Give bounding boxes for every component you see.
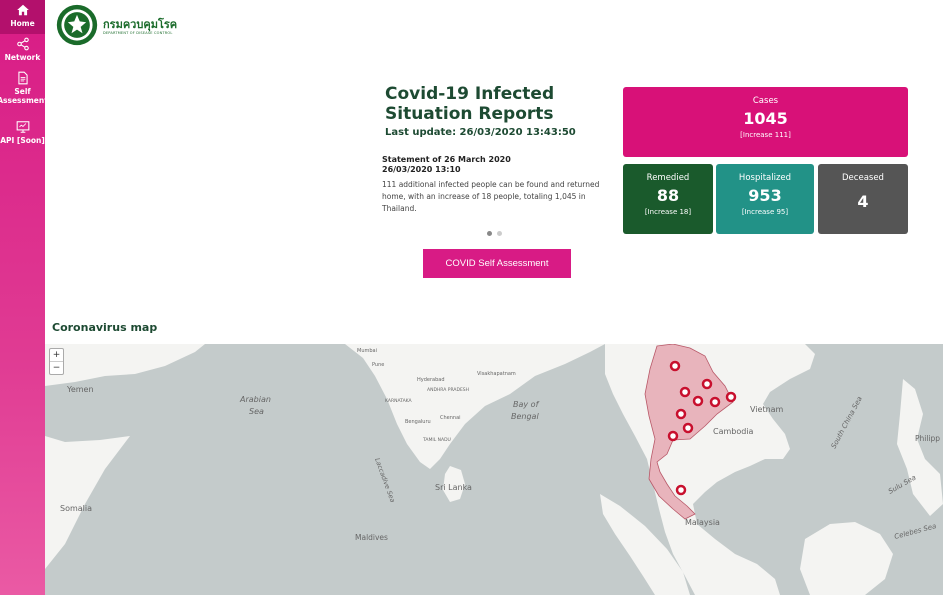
map-label-maldives: Maldives xyxy=(355,533,388,542)
logo-thai-text: กรมควบคุมโรค xyxy=(103,18,178,31)
sidebar-item-api[interactable]: API [Soon] xyxy=(0,117,45,147)
case-marker[interactable] xyxy=(675,484,687,496)
map-label-somalia: Somalia xyxy=(60,504,92,513)
remedied-increase: [Increase 18] xyxy=(644,208,692,216)
last-update: Last update: 26/03/2020 13:43:50 xyxy=(385,127,576,138)
zoom-in-button[interactable]: + xyxy=(50,349,63,362)
case-marker[interactable] xyxy=(679,386,691,398)
logo-text: กรมควบคุมโรค DEPARTMENT OF DISEASE CONTR… xyxy=(103,18,177,36)
map-label-tamil-nadu: TAMIL NADU xyxy=(422,437,451,443)
covid-self-assessment-button[interactable]: COVID Self Assessment xyxy=(423,249,571,278)
map-label-malaysia: Malaysia xyxy=(685,518,720,527)
deceased-label: Deceased xyxy=(842,173,884,183)
case-marker[interactable] xyxy=(682,422,694,434)
case-marker[interactable] xyxy=(667,430,679,442)
carousel-dots xyxy=(487,231,502,236)
statement-title: Statement of 26 March 2020 xyxy=(382,155,511,164)
carousel-dot-1[interactable] xyxy=(487,231,492,236)
map-title: Coronavirus map xyxy=(52,321,158,334)
map-label-sri-lanka: Sri Lanka xyxy=(435,483,472,492)
map-label-chennai: Chennai xyxy=(440,415,461,421)
share-icon xyxy=(16,37,29,51)
map-label-karnataka: KARNATAKA xyxy=(385,398,413,404)
deceased-value: 4 xyxy=(857,192,869,211)
map-label-mumbai: Mumbai xyxy=(357,348,377,354)
remedied-value: 88 xyxy=(656,186,680,205)
logo-english-text: DEPARTMENT OF DISEASE CONTROL xyxy=(103,31,173,35)
cases-value: 1045 xyxy=(743,109,788,128)
map-label-bengaluru: Bengaluru xyxy=(405,419,431,425)
map-label-philippines: Philipp xyxy=(915,434,940,443)
map-label-arabian-sea: Arabian xyxy=(239,395,271,404)
map-label-arabian-sea-2: Sea xyxy=(249,407,264,416)
map-label-bay-of-bengal: Bay of xyxy=(513,400,540,409)
map-label-hyderabad: Hyderabad xyxy=(417,377,445,383)
report-title: Covid-19 Infected Situation Reports xyxy=(385,84,555,124)
remedied-label: Remedied xyxy=(646,173,690,183)
sidebar: Home Network Self Assessment API [Soon] xyxy=(0,0,48,595)
hospitalized-value: 953 xyxy=(748,186,782,205)
cases-card: Cases 1045 [Increase 111] xyxy=(623,87,908,157)
map-label-cambodia: Cambodia xyxy=(713,427,754,436)
map-label-pune: Pune xyxy=(372,362,384,368)
sidebar-item-label: API [Soon] xyxy=(0,136,45,145)
statement-body: 111 additional infected people can be fo… xyxy=(382,180,600,213)
map-label-yemen: Yemen xyxy=(66,385,94,394)
sidebar-item-home[interactable]: Home xyxy=(0,0,45,34)
sidebar-item-label: Self Assessment xyxy=(0,87,48,105)
case-marker[interactable] xyxy=(692,395,704,407)
remedied-card: Remedied 88 [Increase 18] xyxy=(623,164,713,234)
hospitalized-increase: [Increase 95] xyxy=(741,208,789,216)
map-label-bay-of-bengal-2: Bengal xyxy=(511,412,539,421)
sidebar-item-label: Network xyxy=(4,53,41,62)
map-label-vietnam: Vietnam xyxy=(750,405,784,414)
ddc-logo[interactable]: กรมควบคุมโรค DEPARTMENT OF DISEASE CONTR… xyxy=(53,3,177,47)
cases-label: Cases xyxy=(752,96,779,106)
coronavirus-map[interactable]: Yemen Somalia Arabian Sea Bay of Bengal … xyxy=(45,344,943,595)
hospitalized-label: Hospitalized xyxy=(738,173,792,183)
case-marker[interactable] xyxy=(709,396,721,408)
sidebar-item-self-assessment[interactable]: Self Assessment xyxy=(0,68,48,117)
sidebar-item-network[interactable]: Network xyxy=(0,34,45,68)
map-label-visakhapatnam: Visakhapatnam xyxy=(477,371,516,377)
map-label-andhra-pradesh: ANDHRA PRADESH xyxy=(427,387,469,393)
case-marker[interactable] xyxy=(725,391,737,403)
ddc-seal-icon xyxy=(56,4,98,46)
statement-date: 26/03/2020 13:10 xyxy=(382,165,461,174)
cases-increase: [Increase 111] xyxy=(740,131,791,139)
case-marker[interactable] xyxy=(675,408,687,420)
statement-slide: Statement of 26 March 2020 26/03/2020 13… xyxy=(382,155,607,215)
deceased-card: Deceased 4 xyxy=(818,164,908,234)
hospitalized-card: Hospitalized 953 [Increase 95] xyxy=(716,164,814,234)
home-icon xyxy=(16,4,29,16)
map-canvas[interactable]: Yemen Somalia Arabian Sea Bay of Bengal … xyxy=(45,344,943,595)
monitor-icon xyxy=(16,121,29,133)
page: Home Network Self Assessment API [Soon] ก… xyxy=(0,0,943,595)
map-zoom-control: + − xyxy=(49,348,64,375)
zoom-out-button[interactable]: − xyxy=(50,362,63,375)
case-marker[interactable] xyxy=(669,360,681,372)
sidebar-item-label: Home xyxy=(10,19,35,28)
case-marker[interactable] xyxy=(701,378,713,390)
carousel-dot-2[interactable] xyxy=(497,231,502,236)
document-icon xyxy=(17,71,28,85)
